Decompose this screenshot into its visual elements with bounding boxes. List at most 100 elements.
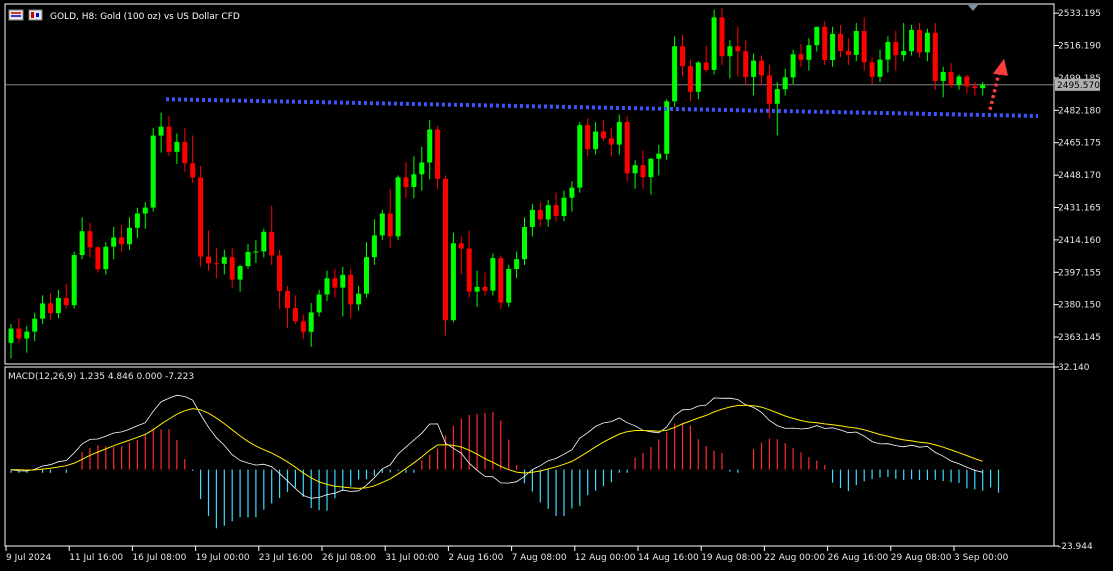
price-tick-label: 2482.180 [1058, 106, 1101, 116]
candle-body [87, 231, 93, 248]
candle-body [766, 75, 772, 104]
candle-body [174, 141, 180, 152]
macd-tick-label: -23.944 [1058, 542, 1093, 552]
candle-body [435, 129, 441, 179]
candle-body [8, 328, 14, 343]
candle-body [364, 257, 369, 294]
candle-body [569, 187, 575, 198]
candle-body [869, 62, 875, 77]
candle-body [166, 126, 172, 152]
candle[interactable] [395, 175, 401, 241]
candle-body [506, 268, 512, 303]
candle-body [79, 231, 85, 256]
candle-body [245, 252, 251, 267]
candle-body [411, 174, 417, 188]
candle-body [213, 263, 219, 265]
candle-body [672, 46, 678, 102]
macd-tick-label: 32.140 [1058, 363, 1090, 373]
candle-body [340, 274, 346, 288]
candle-body [142, 207, 148, 214]
price-tick-label: 2431.165 [1058, 203, 1101, 213]
candle[interactable] [498, 255, 504, 309]
candle-body [379, 213, 385, 236]
candle-body [727, 46, 733, 57]
candle-body [466, 248, 472, 292]
candle-body [71, 255, 77, 306]
candle[interactable] [711, 9, 717, 75]
candle-body [735, 46, 741, 52]
time-tick-label: 3 Sep 00:00 [954, 553, 1009, 563]
candle[interactable] [150, 127, 156, 212]
candle-body [300, 321, 306, 332]
candle-body [601, 131, 606, 139]
candle[interactable] [577, 122, 583, 193]
candle-body [261, 231, 267, 252]
candle-body [656, 153, 662, 159]
candle-body [529, 209, 535, 228]
candle-body [901, 51, 907, 56]
time-tick-label: 16 Jul 08:00 [132, 553, 186, 563]
time-tick-label: 9 Jul 2024 [6, 553, 51, 563]
candle-body [608, 138, 614, 145]
candle-body [127, 227, 132, 245]
candle[interactable] [822, 21, 828, 65]
current-price-label: 2495.570 [1057, 81, 1100, 91]
candle[interactable] [672, 36, 678, 107]
price-tick-label: 2414.160 [1058, 236, 1101, 246]
candle-body [806, 45, 812, 60]
candle[interactable] [443, 175, 448, 336]
menu-icon[interactable] [8, 9, 24, 21]
candle-body [514, 259, 520, 269]
candle-body [885, 41, 891, 60]
candle-body [498, 258, 504, 303]
candle-body [419, 162, 425, 175]
symbol-title: GOLD, H8: Gold (100 oz) vs US Dollar CFD [50, 12, 240, 22]
trading-chart[interactable]: GOLD, H8: Gold (100 oz) vs US Dollar CFD… [0, 0, 1113, 571]
candle-body [861, 31, 867, 63]
candle-body [640, 165, 646, 178]
candle-body [277, 255, 283, 292]
candle-body [956, 76, 962, 85]
candle[interactable] [71, 251, 77, 309]
candle[interactable] [506, 264, 512, 307]
candle[interactable] [198, 165, 204, 267]
candle-body [711, 17, 717, 70]
price-tick-label: 2380.150 [1058, 301, 1101, 311]
candle-body [16, 328, 22, 339]
candle-body [553, 205, 559, 216]
time-tick-label: 7 Aug 08:00 [512, 553, 567, 563]
candle-body [980, 84, 986, 89]
candle-body [830, 33, 836, 60]
candle-body [32, 318, 38, 332]
candle-body [40, 303, 46, 319]
candle-body [324, 278, 330, 295]
candle-body [838, 33, 843, 52]
candle-body [332, 278, 338, 288]
candle-body [427, 129, 433, 163]
candle-body [877, 59, 883, 77]
candle-body [593, 131, 599, 150]
chart-type-icon[interactable] [28, 9, 43, 21]
candle-body [443, 178, 448, 321]
candle-body [695, 62, 701, 92]
candle-body [237, 266, 243, 280]
time-tick-label: 26 Jul 08:00 [322, 553, 376, 563]
candle[interactable] [624, 116, 630, 182]
candle-body [680, 46, 685, 67]
time-tick-label: 2 Aug 16:00 [448, 553, 503, 563]
candle[interactable] [490, 253, 496, 296]
candle-body [940, 72, 946, 81]
candle-body [751, 60, 757, 77]
time-tick-label: 29 Aug 08:00 [891, 553, 952, 563]
price-tick-label: 2465.175 [1058, 139, 1101, 149]
time-tick-label: 31 Jul 00:00 [385, 553, 439, 563]
candle-body [632, 165, 638, 174]
candle[interactable] [95, 245, 101, 273]
macd-label: MACD(12,26,9) 1.235 4.846 0.000 -7.223 [8, 372, 194, 382]
candle[interactable] [932, 23, 938, 90]
candle-body [490, 258, 496, 291]
candle[interactable] [450, 232, 456, 323]
candle-body [150, 135, 156, 208]
candle-body [577, 125, 583, 188]
candle-body [450, 243, 456, 321]
